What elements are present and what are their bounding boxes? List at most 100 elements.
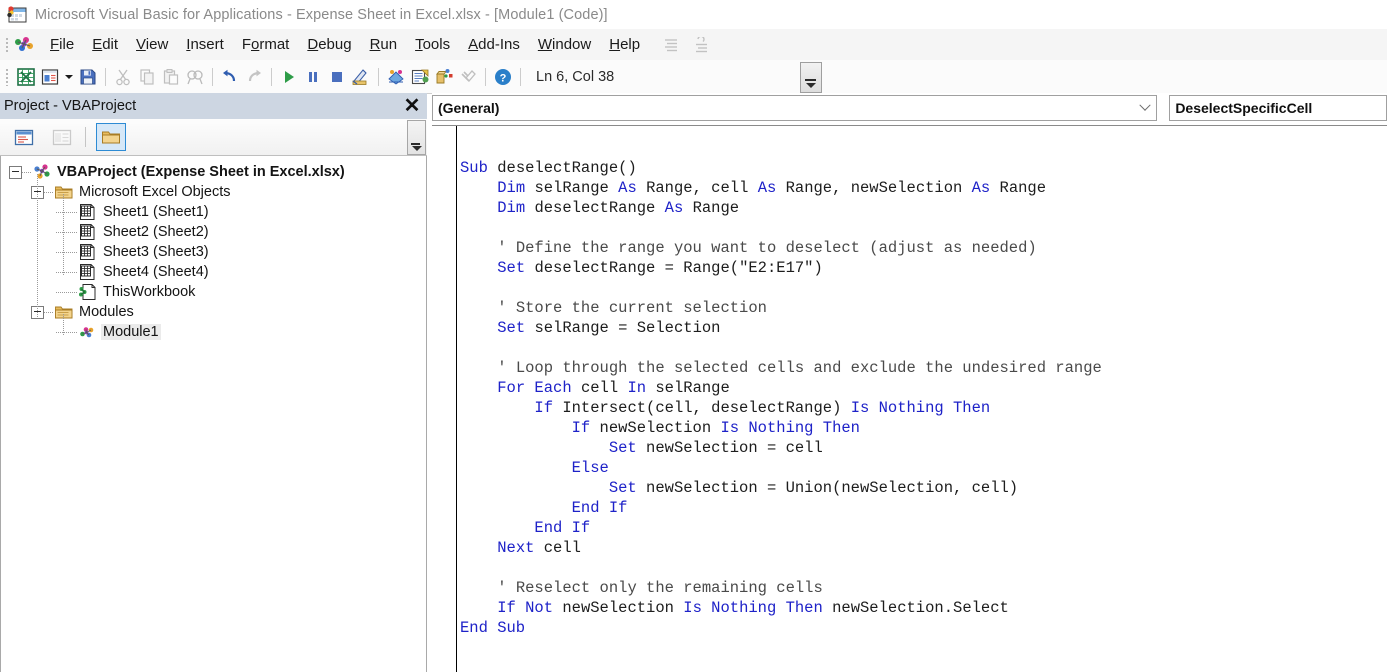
menu-item-help[interactable]: Help: [600, 34, 649, 55]
menu-item-run[interactable]: Run: [361, 34, 407, 55]
code-identifier: [460, 519, 534, 537]
tree-connector: [56, 331, 78, 333]
menu-item-format[interactable]: Format: [233, 34, 299, 55]
toolbar-grip[interactable]: [5, 67, 9, 86]
code-keyword: If: [534, 399, 563, 417]
project-toolbar-overflow[interactable]: [407, 120, 426, 155]
align-lines-icon[interactable]: [663, 37, 679, 53]
tree-item-sheet4-sheet4[interactable]: Sheet4 (Sheet4): [1, 262, 426, 282]
undo-icon[interactable]: [218, 65, 242, 89]
code-keyword: As: [971, 179, 1000, 197]
code-line: End If: [460, 498, 1102, 518]
object-browser-icon[interactable]: [432, 65, 456, 89]
tree-item-microsoft-excel-objects[interactable]: Microsoft Excel Objects: [1, 182, 426, 202]
code-keyword: As: [757, 179, 786, 197]
cut-icon[interactable]: [111, 65, 135, 89]
tree-item-sheet3-sheet3[interactable]: Sheet3 (Sheet3): [1, 242, 426, 262]
procedure-combo[interactable]: DeselectSpecificCell: [1169, 95, 1387, 121]
code-line: Dim selRange As Range, cell As Range, ne…: [460, 178, 1102, 198]
code-identifier: Range: [999, 179, 1047, 197]
tree-item-label: Sheet1 (Sheet1): [103, 204, 209, 220]
code-line: Else: [460, 458, 1102, 478]
menu-item-debug[interactable]: Debug: [298, 34, 360, 55]
project-explorer-titlebar: Project - VBAProject ✕: [0, 93, 427, 119]
menubar-extra-icons: [663, 35, 709, 53]
view-object-icon[interactable]: [48, 124, 76, 150]
code-keyword: Set: [608, 439, 647, 457]
code-keyword: Dim: [497, 179, 535, 197]
code-identifier: Range, newSelection: [785, 179, 972, 197]
menu-item-edit[interactable]: Edit: [83, 34, 127, 55]
indent-lines-icon[interactable]: [693, 35, 709, 53]
tree-item-module1[interactable]: Module1: [1, 322, 426, 342]
view-code-icon[interactable]: [10, 124, 38, 150]
tree-connector: [56, 231, 78, 233]
tree-item-sheet2-sheet2[interactable]: Sheet2 (Sheet2): [1, 222, 426, 242]
code-editor-area[interactable]: Sub deselectRange() Dim selRange As Rang…: [432, 125, 1387, 672]
menu-item-window[interactable]: Window: [529, 34, 600, 55]
pause-icon[interactable]: [301, 65, 325, 89]
view-excel-icon[interactable]: [14, 65, 38, 89]
code-line: For Each cell In selRange: [460, 378, 1102, 398]
menu-item-tools[interactable]: Tools: [406, 34, 459, 55]
code-keyword: For Each: [497, 379, 581, 397]
vba-window-icon: [7, 5, 27, 24]
code-keyword: Is Nothing Then: [683, 599, 833, 617]
code-identifier: newSelection = Union(newSelection, cell): [646, 479, 1019, 497]
tree-item-modules[interactable]: Modules: [1, 302, 426, 322]
toolbox-icon[interactable]: [456, 65, 480, 89]
tree-item-label: Modules: [79, 304, 134, 320]
save-icon[interactable]: [76, 65, 100, 89]
code-identifier: [460, 439, 609, 457]
insert-userform-icon[interactable]: [38, 65, 62, 89]
tree-item-sheet1-sheet1[interactable]: Sheet1 (Sheet1): [1, 202, 426, 222]
code-text[interactable]: Sub deselectRange() Dim selRange As Rang…: [460, 158, 1102, 638]
code-identifier: selRange: [655, 379, 730, 397]
code-keyword: Else: [571, 459, 609, 477]
toolbar-separator: [105, 67, 106, 86]
workbook-icon: [78, 283, 98, 301]
tree-connector-vertical: [63, 314, 64, 336]
code-keyword: Sub: [460, 159, 498, 177]
tree-connector: [44, 191, 54, 193]
design-mode-icon[interactable]: [349, 65, 373, 89]
tree-connector: [56, 251, 78, 253]
code-keyword: Dim: [497, 199, 535, 217]
project-tree[interactable]: VBAProject (Expense Sheet in Excel.xlsx)…: [0, 156, 427, 672]
close-icon[interactable]: ✕: [399, 94, 425, 118]
run-icon[interactable]: [277, 65, 301, 89]
menubar-grip[interactable]: [5, 36, 9, 53]
code-identifier: newSelection.Select: [832, 599, 1009, 617]
code-keyword: As: [618, 179, 647, 197]
code-identifier: selRange: [534, 179, 619, 197]
code-identifier: cell: [543, 539, 581, 557]
project-explorer-icon[interactable]: [384, 65, 408, 89]
code-margin-indicator-bar[interactable]: [432, 126, 457, 672]
tree-expander-icon[interactable]: [9, 165, 22, 179]
help-icon[interactable]: ?: [491, 65, 515, 89]
toolbar-separator: [212, 67, 213, 86]
menu-item-add-ins[interactable]: Add-Ins: [459, 34, 529, 55]
code-identifier: [460, 499, 572, 517]
menu-item-view[interactable]: View: [127, 34, 177, 55]
code-identifier: newSelection: [562, 599, 684, 617]
insert-dropdown-caret[interactable]: [62, 65, 76, 89]
properties-window-icon[interactable]: [408, 65, 432, 89]
code-line: ' Define the range you want to deselect …: [460, 238, 1102, 258]
code-identifier: [460, 419, 572, 437]
menu-item-file[interactable]: File: [41, 34, 83, 55]
find-icon[interactable]: [183, 65, 207, 89]
tree-item-thisworkbook[interactable]: ThisWorkbook: [1, 282, 426, 302]
object-combo[interactable]: (General): [432, 95, 1158, 121]
tree-connector: [56, 211, 78, 213]
toggle-folders-icon[interactable]: [96, 123, 126, 151]
paste-icon[interactable]: [159, 65, 183, 89]
project-explorer-panel: Project - VBAProject ✕ VBAProject (Expen…: [0, 93, 427, 672]
toolbar-overflow-button[interactable]: [800, 62, 822, 93]
menu-item-insert[interactable]: Insert: [177, 34, 233, 55]
copy-icon[interactable]: [135, 65, 159, 89]
chevron-down-icon[interactable]: [1134, 97, 1156, 119]
tree-item-vbaproject-expense-sheet-in-excel-xlsx[interactable]: VBAProject (Expense Sheet in Excel.xlsx): [1, 162, 426, 182]
redo-icon[interactable]: [242, 65, 266, 89]
stop-icon[interactable]: [325, 65, 349, 89]
